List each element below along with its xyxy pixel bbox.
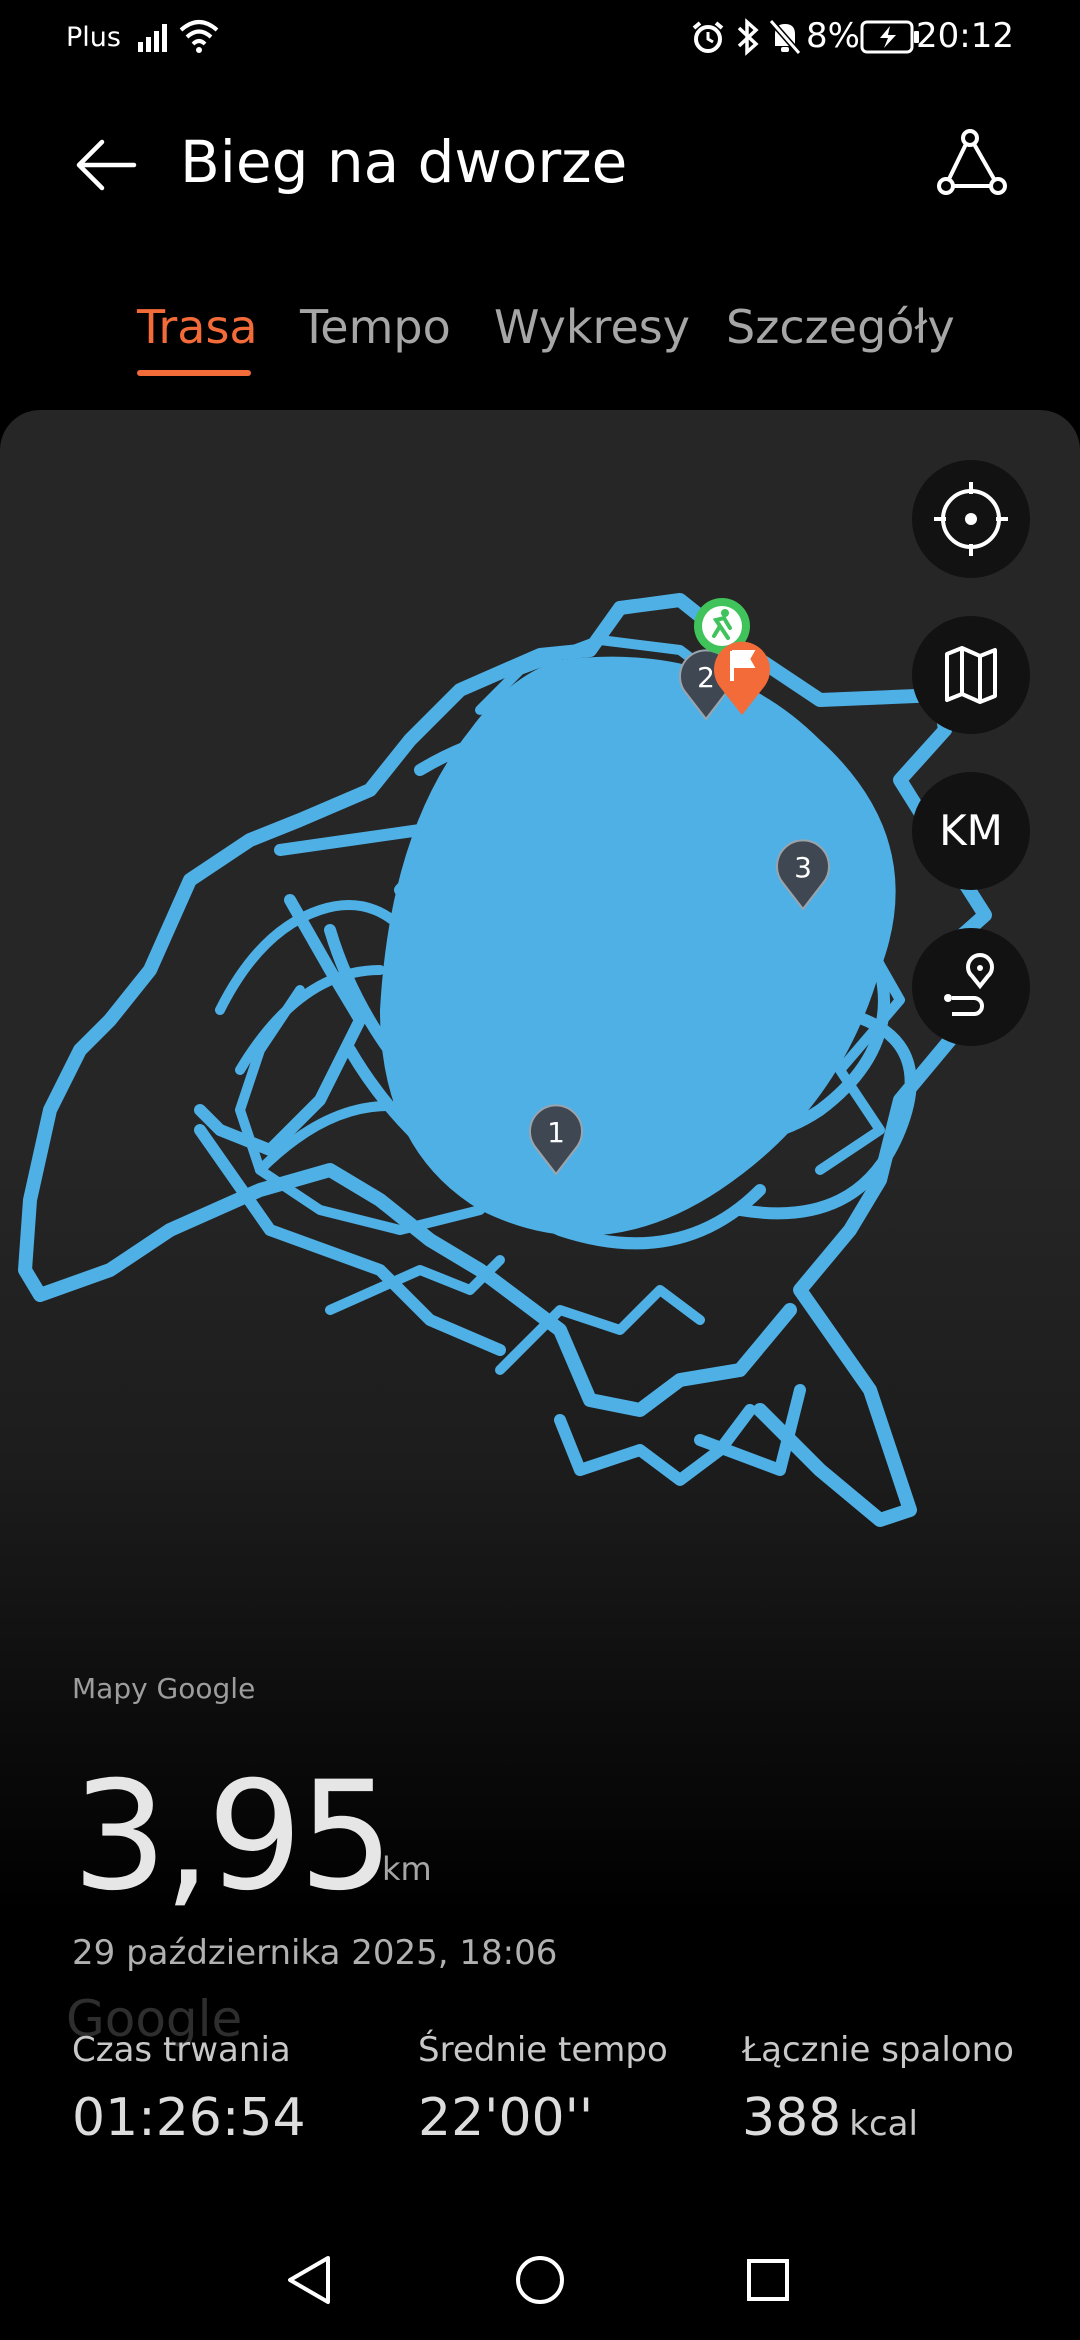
km-marker-3-label: 3: [794, 851, 812, 884]
bell-muted-icon: [768, 19, 802, 55]
tab-wykresy[interactable]: Wykresy: [494, 300, 690, 354]
map-icon: [945, 646, 997, 704]
system-nav-bar: [0, 2220, 1080, 2340]
unit-toggle-button[interactable]: KM: [912, 772, 1030, 890]
km-marker-1: 1: [529, 1104, 583, 1176]
bluetooth-icon: [737, 18, 759, 56]
page-title: Bieg na dworze: [180, 128, 628, 196]
wifi-icon: [179, 20, 219, 53]
nav-home-icon[interactable]: [500, 2240, 580, 2320]
tab-szczegoly[interactable]: Szczegóły: [726, 300, 955, 354]
route-view-button[interactable]: [912, 928, 1030, 1046]
active-tab-indicator: [137, 370, 251, 376]
tab-trasa[interactable]: Trasa: [137, 300, 258, 354]
km-marker-1-label: 1: [547, 1116, 565, 1149]
locate-target-icon: [934, 482, 1008, 556]
carrier-label: Plus: [66, 22, 121, 53]
unit-label: KM: [939, 806, 1003, 855]
km-marker-3: 3: [776, 839, 830, 911]
signal-icon: [138, 24, 167, 52]
map-attribution: Mapy Google: [72, 1672, 256, 1705]
back-arrow-icon[interactable]: [72, 130, 142, 200]
nav-recents-icon[interactable]: [728, 2240, 808, 2320]
battery-percent: 8%: [806, 16, 860, 56]
status-bar: Plus 8% 20:12: [0, 0, 1080, 80]
tab-bar: Trasa Tempo Wykresy Szczegóły: [0, 290, 1080, 380]
tab-tempo[interactable]: Tempo: [300, 300, 451, 354]
app-header: Bieg na dworze: [0, 100, 1080, 230]
alarm-icon: [692, 21, 724, 53]
route-map[interactable]: 1 2 3 KM Mapy Google: [0, 410, 1080, 2340]
locate-button[interactable]: [912, 460, 1030, 578]
map-type-button[interactable]: [912, 616, 1030, 734]
route-pin-icon: [944, 953, 994, 1016]
battery-charging-icon: [860, 20, 919, 54]
clock: 20:12: [916, 16, 1014, 56]
finish-flag-icon: [714, 641, 770, 715]
route-share-icon[interactable]: [936, 128, 1008, 200]
google-watermark: Google: [66, 1990, 243, 2048]
nav-back-icon[interactable]: [270, 2240, 350, 2320]
